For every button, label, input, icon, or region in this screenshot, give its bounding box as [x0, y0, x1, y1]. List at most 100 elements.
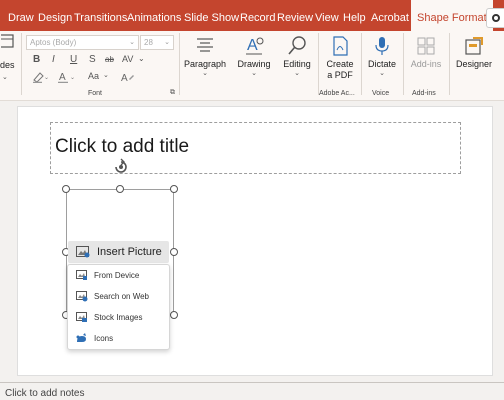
paragraph-button[interactable]: Paragraph ⌄ — [183, 35, 227, 78]
layout-icon — [0, 34, 14, 48]
change-case-button[interactable]: Aa — [88, 71, 99, 81]
group-divider — [179, 33, 180, 95]
clear-formatting-button[interactable]: A — [121, 71, 135, 86]
add-ins-grid-icon — [417, 37, 435, 55]
svg-text:A: A — [59, 72, 66, 83]
group-divider — [361, 33, 362, 95]
dictate-button[interactable]: Dictate ⌄ — [364, 35, 400, 78]
menu-item-label: Search on Web — [94, 292, 149, 301]
paragraph-label: Paragraph — [183, 59, 227, 69]
drawing-label: Drawing — [237, 59, 271, 69]
resize-handle[interactable] — [116, 185, 124, 193]
tab-help[interactable]: Help — [343, 0, 366, 31]
svg-text:A: A — [121, 73, 128, 83]
designer-button[interactable]: Designer — [452, 35, 496, 70]
rotate-handle-icon[interactable] — [112, 158, 130, 176]
web-picture-icon — [76, 291, 88, 302]
create-pdf-label-1: Create — [326, 59, 354, 69]
insert-picture-button[interactable]: Insert Picture — [68, 241, 169, 263]
chevron-down-icon: ⌄ — [202, 70, 208, 77]
font-name-field[interactable]: Aptos (Body) ⌄ — [26, 35, 139, 50]
search-icon — [288, 36, 306, 55]
picture-icon — [76, 246, 90, 258]
drawing-button[interactable]: A Drawing ⌄ — [234, 35, 274, 78]
menu-item-label: Icons — [94, 334, 114, 343]
record-button[interactable] — [486, 8, 504, 28]
tab-shape-format[interactable]: Shape Format — [411, 0, 493, 31]
resize-handle[interactable] — [170, 248, 178, 256]
tab-slide-show[interactable]: Slide Show — [184, 0, 239, 31]
device-picture-icon — [76, 270, 87, 280]
designer-label: Designer — [455, 59, 493, 69]
resize-handle[interactable] — [170, 311, 178, 319]
stock-images-icon — [76, 312, 87, 322]
insert-picture-menu: From Device Search on Web Stock Images I… — [67, 264, 170, 350]
insert-picture-label: Insert Picture — [97, 246, 162, 258]
create-pdf-label-2: a PDF — [327, 70, 353, 80]
menu-item-label: Stock Images — [94, 313, 143, 322]
resize-handle[interactable] — [62, 185, 70, 193]
editing-label: Editing — [283, 59, 311, 69]
tab-review[interactable]: Review — [277, 0, 313, 31]
shadow-button[interactable]: ab — [105, 55, 114, 64]
ribbon: des ⌄ Aptos (Body) ⌄ 28 ⌄ B I U S ab AV … — [0, 31, 504, 101]
svg-text:⌄: ⌄ — [44, 75, 49, 81]
font-group-label: Font — [88, 90, 103, 97]
icons-cat-icon — [76, 333, 86, 342]
chevron-down-icon: ⌄ — [164, 39, 170, 46]
add-ins-button[interactable]: Add-ins — [407, 35, 445, 70]
font-dialog-launcher-icon[interactable]: ⧉ — [170, 89, 175, 97]
font-size-value: 28 — [144, 38, 153, 47]
tab-design[interactable]: Design — [38, 0, 72, 31]
tab-view[interactable]: View — [315, 0, 339, 31]
highlight-button[interactable]: ⌄ — [32, 71, 50, 86]
group-divider — [403, 33, 404, 95]
menu-item-stock-images[interactable]: Stock Images — [68, 308, 169, 328]
paragraph-icon — [197, 38, 213, 52]
layout-button[interactable] — [0, 33, 16, 53]
pdf-icon — [333, 36, 348, 56]
group-divider — [449, 33, 450, 95]
font-color-icon: A ⌄ — [58, 72, 75, 84]
font-size-field[interactable]: 28 ⌄ — [140, 35, 174, 50]
tab-transitions[interactable]: Transitions — [74, 0, 127, 31]
menu-item-label: From Device — [94, 271, 140, 280]
designer-icon — [465, 37, 483, 55]
italic-button[interactable]: I — [52, 54, 55, 65]
chevron-down-icon: ⌄ — [379, 70, 385, 77]
dictate-label: Dictate — [367, 59, 396, 69]
microphone-icon — [375, 37, 389, 55]
character-spacing-button[interactable]: AV — [122, 54, 133, 64]
font-color-button[interactable]: A ⌄ — [58, 71, 76, 86]
strikethrough-button[interactable]: S — [89, 54, 96, 65]
bold-button[interactable]: B — [33, 54, 40, 65]
tab-record[interactable]: Record — [240, 0, 275, 31]
svg-text:A: A — [247, 37, 258, 54]
clear-formatting-icon: A — [121, 73, 134, 84]
chevron-down-icon: ⌄ — [129, 39, 135, 46]
underline-button[interactable]: U — [70, 54, 77, 65]
menu-item-from-device[interactable]: From Device — [68, 266, 169, 286]
notes-pane[interactable]: Click to add notes — [0, 382, 504, 400]
highlighter-icon: ⌄ — [33, 72, 49, 84]
chevron-down-icon: ⌄ — [251, 70, 257, 77]
voice-group-label: Voice — [372, 90, 390, 97]
record-icon — [492, 14, 500, 22]
resize-handle[interactable] — [170, 185, 178, 193]
notes-placeholder: Click to add notes — [5, 388, 85, 399]
menu-item-search-on-web[interactable]: Search on Web — [68, 287, 169, 307]
group-divider — [21, 33, 22, 95]
chevron-down-icon: ⌄ — [138, 54, 145, 63]
tab-draw[interactable]: Draw — [8, 0, 34, 31]
tab-acrobat[interactable]: Acrobat — [371, 0, 409, 31]
add-ins-group-label: Add-ins — [412, 90, 436, 97]
editing-button[interactable]: Editing ⌄ — [277, 35, 317, 78]
menu-item-icons[interactable]: Icons — [68, 329, 169, 349]
title-placeholder-text: Click to add title — [55, 136, 190, 157]
ribbon-tab-bar: Draw Design Transitions Animations Slide… — [0, 0, 504, 31]
adobe-group-label: Adobe Ac... — [319, 90, 355, 97]
create-pdf-button[interactable]: Create a PDF — [321, 35, 359, 81]
tab-animations[interactable]: Animations — [127, 0, 181, 31]
drawing-shapes-icon: A — [246, 37, 264, 55]
chevron-down-icon: ⌄ — [294, 70, 300, 77]
